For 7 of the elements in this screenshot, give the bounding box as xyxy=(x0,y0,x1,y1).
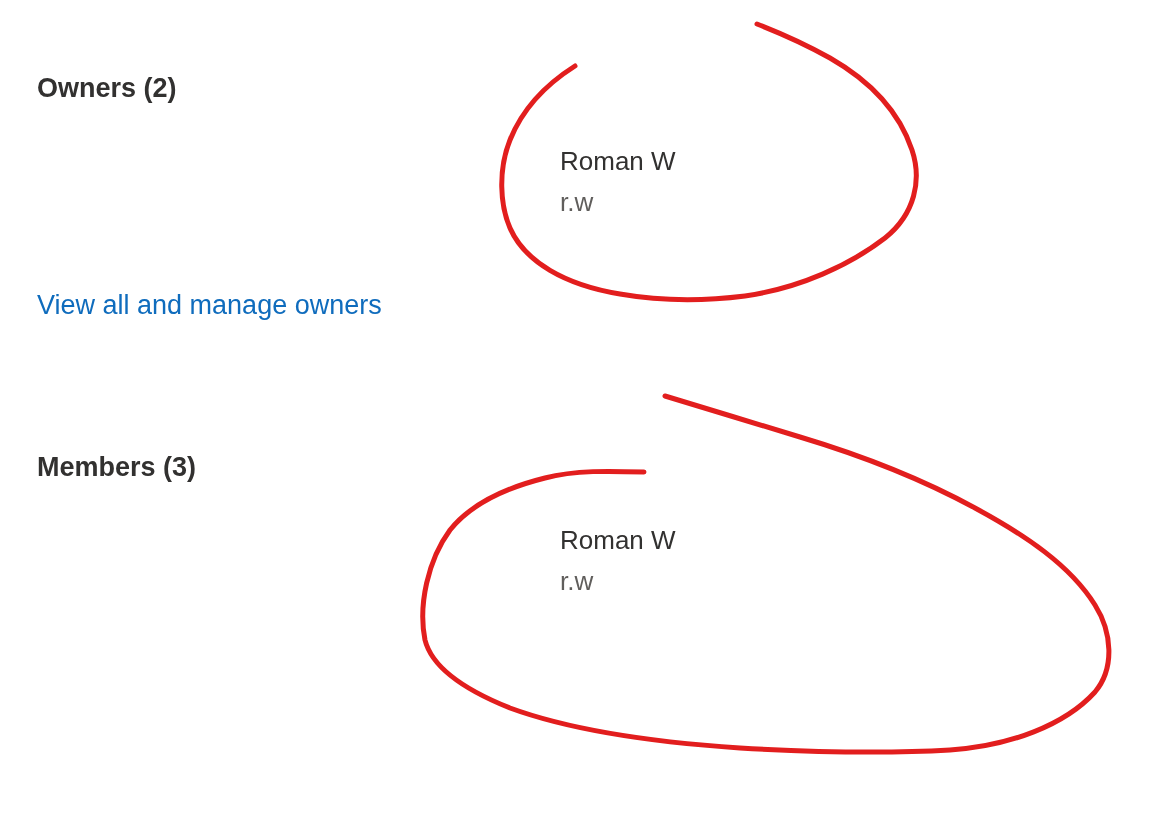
person-email: r.w xyxy=(560,565,595,597)
section-heading: Owners (2) xyxy=(37,72,177,104)
person-name: Roman W xyxy=(560,145,676,177)
manage-owners-link[interactable]: View all and manage owners xyxy=(37,289,382,321)
person-email: r.w xyxy=(560,186,595,218)
section-heading: Members (3) xyxy=(37,451,197,483)
person-name: Roman W xyxy=(560,524,676,556)
